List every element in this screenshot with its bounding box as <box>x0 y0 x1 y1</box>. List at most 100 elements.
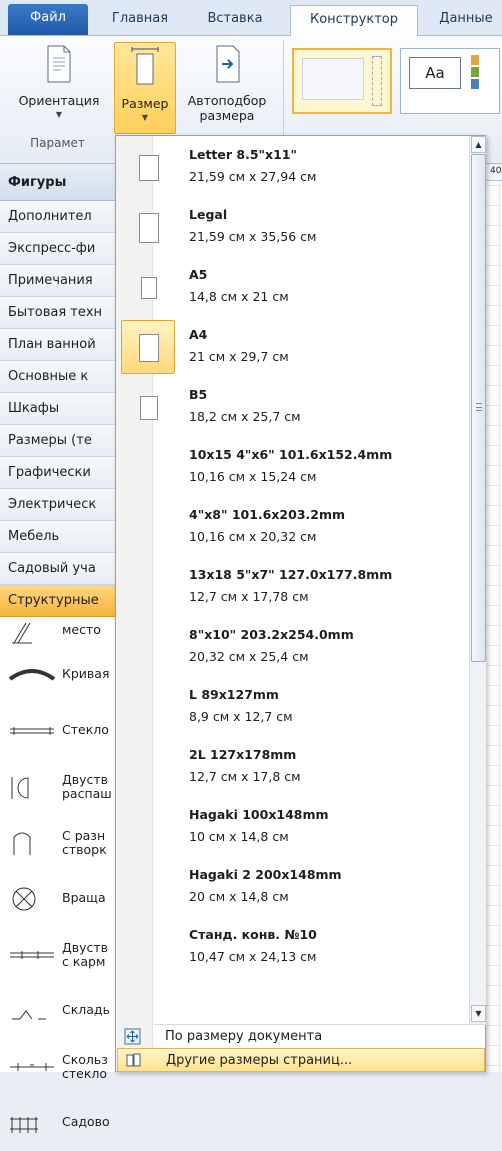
autofit-label-1: Автоподбор <box>187 93 267 108</box>
shape-item[interactable]: место <box>0 617 117 647</box>
page-size-name: L 89x127mm <box>189 687 279 702</box>
page-size-item[interactable]: Hagaki 100x148mm 10 см x 14,8 см <box>117 798 469 858</box>
shape-label: Скольз стекло <box>62 1052 108 1081</box>
page-size-name: Станд. конв. №10 <box>189 927 317 942</box>
page-size-item[interactable]: A5 14,8 см x 21 см <box>117 258 469 318</box>
page-thumbnail-icon <box>140 396 158 420</box>
page-size-dimensions: 21,59 см x 27,94 см <box>189 169 317 184</box>
shape-label: место <box>62 622 101 637</box>
page-size-name: Legal <box>189 207 228 222</box>
stencil-item[interactable]: Шкафы <box>0 393 117 425</box>
stencil-item[interactable]: План ванной <box>0 329 117 361</box>
page-size-item[interactable]: 4"x8" 101.6x203.2mm 10,16 см x 20,32 см <box>117 498 469 558</box>
page-size-item[interactable]: 8"x10" 203.2x254.0mm 20,32 см x 25,4 см <box>117 618 469 678</box>
ruler-tick-label: 40 <box>490 166 502 176</box>
page-size-name: 2L 127x178mm <box>189 747 297 762</box>
shape-list: место Кривая Стекло Двуств распаш С разн ств… <box>0 617 117 1151</box>
more-page-sizes-command[interactable]: Другие размеры страниц... <box>117 1048 485 1072</box>
stencil-list: Дополнител Экспресс-фи Примечания Бытовая т… <box>0 201 117 617</box>
page-size-item[interactable]: A4 21 см x 29,7 см <box>117 318 469 378</box>
uneven-door-icon <box>8 829 56 857</box>
shape-label: С разн створк <box>62 828 107 857</box>
autofit-size-button[interactable]: Автоподбор размера <box>178 40 276 136</box>
theme-swatch <box>471 67 479 77</box>
page-size-item[interactable]: Станд. конв. №10 10,47 см x 24,13 см <box>117 918 469 978</box>
ribbon-group-label: Парамет <box>30 136 85 150</box>
shape-item[interactable]: Складь <box>0 983 117 1039</box>
stencil-item[interactable]: Бытовая техн <box>0 297 117 329</box>
page-size-dimensions: 20,32 см x 25,4 см <box>189 649 309 664</box>
page-size-item[interactable]: 10x15 4"x6" 101.6x152.4mm 10,16 см x 15,2… <box>117 438 469 498</box>
scroll-thumb[interactable] <box>471 154 486 662</box>
page-thumbnail-icon <box>141 277 157 299</box>
page-size-icon <box>115 47 175 90</box>
fit-to-document-icon <box>124 1028 141 1045</box>
stencil-item[interactable]: Электрическ <box>0 489 117 521</box>
stencil-item[interactable]: Структурные <box>0 585 117 617</box>
page-thumbnail-icon <box>139 155 159 181</box>
tab-insert[interactable]: Вставка <box>190 5 280 36</box>
tab-file[interactable]: Файл <box>8 4 88 35</box>
scroll-up-arrow-icon[interactable]: ▲ <box>471 136 486 153</box>
shape-item[interactable]: Стекло <box>0 703 117 759</box>
shape-item[interactable]: Кривая <box>0 647 117 703</box>
page-size-dimensions: 18,2 см x 25,7 см <box>189 409 301 424</box>
shape-item[interactable]: Двуств с карм <box>0 927 117 983</box>
page-size-item[interactable]: 2L 127x178mm 12,7 см x 17,8 см <box>117 738 469 798</box>
page-size-dimensions: 10 см x 14,8 см <box>189 829 289 844</box>
wall-corner-icon <box>8 619 56 647</box>
tab-design[interactable]: Конструктор <box>290 5 418 37</box>
curved-wall-icon <box>8 661 56 689</box>
page-size-name: 10x15 4"x6" 101.6x152.4mm <box>189 447 393 462</box>
page-setup-icon <box>125 1052 142 1069</box>
orientation-button[interactable]: Ориентация ▼ <box>6 40 112 132</box>
shape-item[interactable]: Садово <box>0 1095 117 1151</box>
stencil-item[interactable]: Графически <box>0 457 117 489</box>
shape-label: Стекло <box>62 722 109 737</box>
shapes-pane: Фигуры Дополнител Экспресс-фи Примечания Бы… <box>0 165 118 1133</box>
page-size-item[interactable]: Legal 21,59 см x 35,56 см <box>117 198 469 258</box>
page-size-menu: Letter 8.5"x11" 21,59 см x 27,94 см Legal 2… <box>115 135 486 1072</box>
theme-option-1[interactable] <box>292 48 392 114</box>
menu-scrollbar[interactable]: ▲ ▼ <box>469 136 486 1024</box>
size-label: Размер <box>121 96 169 111</box>
page-size-item[interactable]: Letter 8.5"x11" 21,59 см x 27,94 см <box>117 138 469 198</box>
page-size-item[interactable]: L 89x127mm 8,9 см x 12,7 см <box>117 678 469 738</box>
page-size-item[interactable]: B5 18,2 см x 25,7 см <box>117 378 469 438</box>
shape-item[interactable]: Скольз стекло <box>0 1039 117 1095</box>
stencil-item[interactable]: Размеры (те <box>0 425 117 457</box>
theme-option-2[interactable]: Aa <box>400 48 500 114</box>
stencil-item[interactable]: Дополнител <box>0 201 117 233</box>
page-size-dimensions: 10,47 см x 24,13 см <box>189 949 317 964</box>
stencil-item[interactable]: Основные к <box>0 361 117 393</box>
page-thumbnail-icon <box>139 213 159 243</box>
page-size-name: 4"x8" 101.6x203.2mm <box>189 507 346 522</box>
tab-data[interactable]: Данные <box>430 5 502 36</box>
stencil-item[interactable]: Примечания <box>0 265 117 297</box>
theme-text-sample: Aa <box>409 57 461 89</box>
stencil-item[interactable]: Садовый уча <box>0 553 117 585</box>
page-size-item[interactable]: Hagaki 2 200x148mm 20 см x 14,8 см <box>117 858 469 918</box>
shapes-pane-title: Фигуры <box>0 165 117 201</box>
page-size-name: Hagaki 2 200x148mm <box>189 867 342 882</box>
orientation-label: Ориентация <box>18 93 100 108</box>
size-button[interactable]: Размер ▼ <box>114 42 176 134</box>
scroll-down-arrow-icon[interactable]: ▼ <box>471 1005 486 1022</box>
shape-item[interactable]: Двуств распаш <box>0 759 117 815</box>
pocket-door-icon <box>8 941 56 969</box>
fit-to-document-label: По размеру документа <box>165 1029 323 1044</box>
shape-label: Складь <box>62 1002 110 1017</box>
sliding-glass-icon <box>8 1053 56 1081</box>
shape-item[interactable]: Враща <box>0 871 117 927</box>
page-size-dimensions: 10,16 см x 15,24 см <box>189 469 317 484</box>
page-size-name: Hagaki 100x148mm <box>189 807 329 822</box>
page-size-dimensions: 8,9 см x 12,7 см <box>189 709 293 724</box>
stencil-item[interactable]: Экспресс-фи <box>0 233 117 265</box>
page-size-item[interactable]: 13x18 5"x7" 127.0x177.8mm 12,7 см x 17,78… <box>117 558 469 618</box>
fit-to-document-command[interactable]: По размеру документа <box>117 1025 485 1049</box>
tab-home[interactable]: Главная <box>100 5 180 36</box>
autofit-icon <box>178 44 276 87</box>
page-size-dimensions: 14,8 см x 21 см <box>189 289 289 304</box>
stencil-item[interactable]: Мебель <box>0 521 117 553</box>
shape-item[interactable]: С разн створк <box>0 815 117 871</box>
